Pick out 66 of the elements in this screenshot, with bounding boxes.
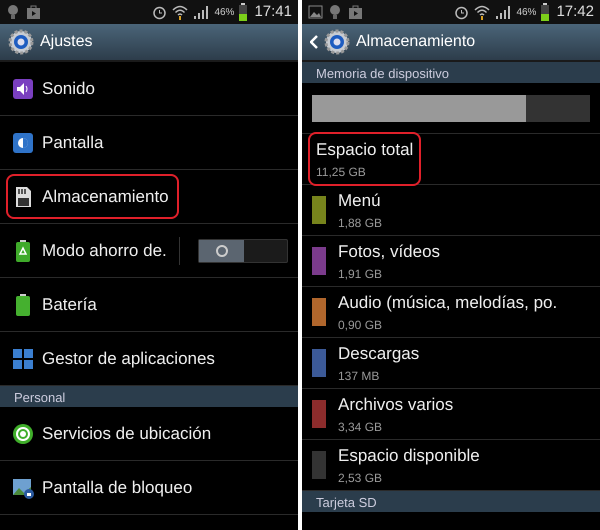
- battery-icon: [541, 3, 550, 21]
- gear-icon: [8, 29, 34, 55]
- storage-row[interactable]: Archivos varios 3,34 GB: [302, 389, 600, 440]
- storage-size: 11,25 GB: [316, 164, 367, 181]
- storage-size: 3,34 GB: [338, 418, 384, 436]
- storage-label: Audio (música, melodías, po.: [338, 292, 558, 314]
- storage-row[interactable]: Espacio total 11,25 GB: [302, 134, 600, 185]
- storage-size: 137 MB: [338, 368, 380, 385]
- settings-item[interactable]: Modo ahorro de.: [0, 224, 298, 278]
- screen-title: Ajustes: [40, 32, 92, 52]
- storage-size: 1,91 GB: [338, 266, 384, 283]
- storage-size: 0,90 GB: [338, 316, 384, 334]
- setting-label: Modo ahorro de.: [42, 240, 167, 262]
- storage-label: Archivos varios: [338, 394, 454, 416]
- settings-item[interactable]: Almacenamiento: [0, 170, 298, 224]
- picture-icon: [308, 4, 323, 20]
- setting-label: Pantalla: [42, 132, 104, 154]
- storage-label: Espacio disponible: [338, 445, 480, 468]
- shopping-bag-icon: [348, 4, 363, 20]
- grid-icon: [12, 348, 34, 370]
- back-icon: [310, 35, 318, 49]
- battery-percent: 46%: [516, 6, 536, 20]
- setting-label: Sonido: [42, 78, 95, 100]
- storage-label: Menú: [338, 190, 382, 212]
- shopping-bag-icon: [26, 4, 41, 20]
- storage-label: Descargas: [338, 343, 420, 366]
- setting-label: Almacenamiento: [42, 186, 169, 208]
- section-header: Tarjeta SD: [302, 491, 600, 512]
- status-time: 17:42: [556, 2, 594, 22]
- speaker-icon: [12, 78, 34, 100]
- section-header: Memoria de dispositivo: [302, 62, 600, 83]
- battery-icon: [239, 3, 248, 21]
- storage-label: Espacio total: [316, 139, 414, 162]
- toggle-switch[interactable]: [198, 238, 288, 262]
- setting-label: Servicios de ubicación: [42, 422, 212, 445]
- wifi-icon: [474, 4, 490, 20]
- storage-size: 2,53 GB: [338, 470, 384, 487]
- storage-row[interactable]: Fotos, vídeos 1,91 GB: [302, 236, 600, 287]
- battery-percent: 46%: [214, 6, 234, 20]
- settings-item[interactable]: Pantalla de bloqueo: [0, 461, 298, 515]
- screen-title: Almacenamiento: [356, 32, 476, 52]
- section-header: Personal: [0, 386, 298, 407]
- settings-item[interactable]: Batería: [0, 278, 298, 332]
- settings-item[interactable]: Pantalla: [0, 116, 298, 170]
- bulb-icon: [328, 4, 343, 20]
- setting-label: Gestor de aplicaciones: [42, 348, 215, 370]
- setting-label: Batería: [42, 294, 97, 316]
- wifi-icon: [172, 4, 188, 20]
- storage-size: 1,88 GB: [338, 214, 382, 232]
- bulb-icon: [6, 4, 21, 20]
- settings-item[interactable]: Sonido: [0, 62, 298, 116]
- brightness-icon: [12, 132, 34, 154]
- alarm-clock-icon: [454, 4, 470, 20]
- picture-lock-icon: [12, 476, 34, 498]
- settings-item[interactable]: Servicios de ubicación: [0, 407, 298, 461]
- storage-label: Fotos, vídeos: [338, 241, 440, 264]
- storage-row[interactable]: Audio (música, melodías, po. 0,90 GB: [302, 287, 600, 338]
- storage-row[interactable]: Menú 1,88 GB: [302, 185, 600, 236]
- gear-icon: [324, 29, 350, 55]
- setting-label: Pantalla de bloqueo: [42, 476, 192, 499]
- storage-row[interactable]: Descargas 137 MB: [302, 338, 600, 389]
- signal-icon: [495, 5, 512, 19]
- signal-icon: [193, 5, 210, 19]
- alarm-clock-icon: [152, 4, 168, 20]
- status-time: 17:41: [254, 2, 292, 22]
- target-icon: [12, 422, 34, 444]
